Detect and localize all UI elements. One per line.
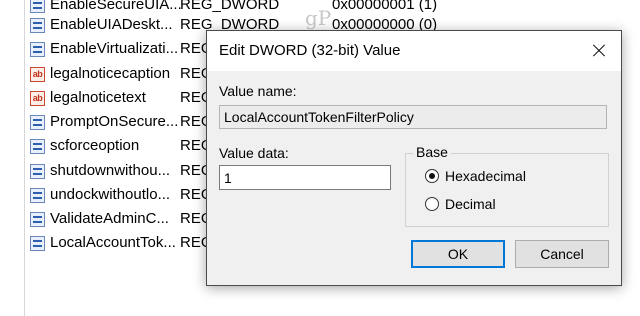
value-name: EnableSecureUIA... xyxy=(50,0,182,13)
hexadecimal-label[interactable]: Hexadecimal xyxy=(445,168,526,184)
value-name: shutdownwithou... xyxy=(50,162,171,179)
value-type: REG_DWORD xyxy=(180,0,280,13)
value-name: scforceoption xyxy=(50,137,140,154)
edit-dword-dialog: Edit DWORD (32-bit) Value Value name: Lo… xyxy=(206,30,622,286)
binary-value-icon xyxy=(30,188,45,203)
binary-value-icon xyxy=(30,236,45,251)
value-data: 0x00000001 (1) xyxy=(332,0,438,13)
binary-value-icon xyxy=(30,115,45,130)
cancel-button[interactable]: Cancel xyxy=(515,240,609,268)
value-name: PromptOnSecure... xyxy=(50,113,179,130)
value-name: undockwithoutlo... xyxy=(50,186,171,203)
value-name-label: Value name: xyxy=(219,83,297,99)
string-value-icon: ab xyxy=(30,67,45,82)
dialog-title: Edit DWORD (32-bit) Value xyxy=(219,42,401,59)
value-name: EnableUIADeskt... xyxy=(50,16,173,33)
value-name: legalnoticetext xyxy=(50,89,146,106)
tree-pane-divider[interactable] xyxy=(24,0,25,316)
value-data-label: Value data: xyxy=(219,145,289,161)
value-data-input[interactable] xyxy=(219,165,391,190)
dialog-titlebar[interactable]: Edit DWORD (32-bit) Value xyxy=(207,31,621,71)
value-name: legalnoticecaption xyxy=(50,65,171,82)
binary-value-icon xyxy=(30,164,45,179)
binary-value-icon xyxy=(30,139,45,154)
value-name: ValidateAdminC... xyxy=(50,210,169,227)
binary-value-icon xyxy=(30,42,45,57)
value-name: EnableVirtualizati... xyxy=(50,40,179,57)
binary-value-icon xyxy=(30,18,45,33)
close-icon[interactable] xyxy=(575,31,621,71)
value-name-field[interactable]: LocalAccountTokenFilterPolicy xyxy=(219,105,607,129)
value-name: LocalAccountTok... xyxy=(50,234,176,251)
binary-value-icon xyxy=(30,0,45,13)
base-group xyxy=(405,153,609,227)
ok-button[interactable]: OK xyxy=(411,240,505,268)
hexadecimal-radio[interactable] xyxy=(425,169,439,183)
decimal-label[interactable]: Decimal xyxy=(445,196,496,212)
base-label: Base xyxy=(413,144,451,160)
binary-value-icon xyxy=(30,212,45,227)
string-value-icon: ab xyxy=(30,91,45,106)
decimal-radio[interactable] xyxy=(425,197,439,211)
